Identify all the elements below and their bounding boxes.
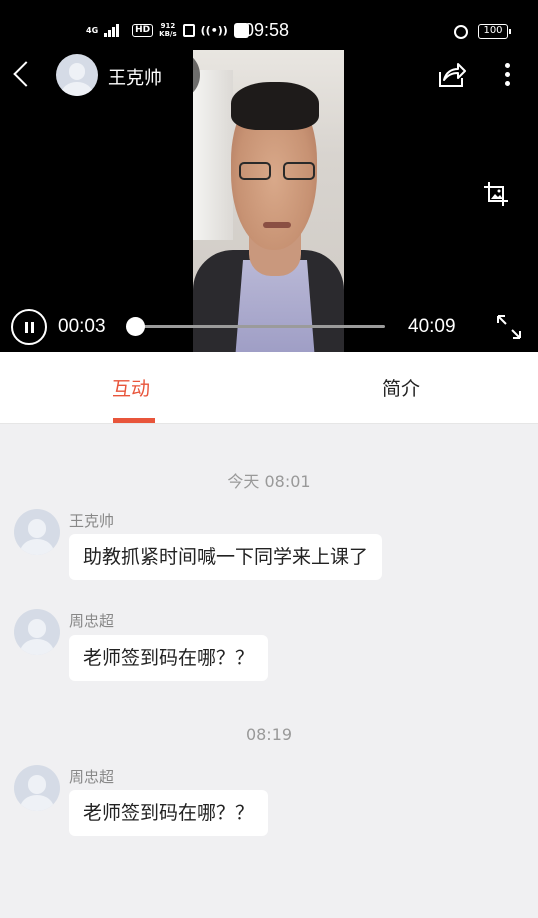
- video-frame: [193, 50, 344, 352]
- fullscreen-icon[interactable]: [495, 313, 523, 341]
- network-label: 4G: [86, 25, 99, 35]
- sender-avatar[interactable]: [14, 765, 60, 811]
- progress-thumb[interactable]: [126, 317, 145, 336]
- chat-time-separator: 08:19: [245, 725, 293, 744]
- share-icon[interactable]: [436, 60, 466, 90]
- total-time: 40:09: [408, 316, 456, 337]
- current-time: 00:03: [58, 316, 106, 337]
- network-speed-unit: KB/s: [159, 30, 177, 38]
- message-bubble[interactable]: 助教抓紧时间喊一下同学来上课了: [69, 534, 383, 580]
- clock: 09:58: [244, 20, 290, 40]
- status-bar: 4G HD 912 KB/s ((•)) 09:58 100: [0, 18, 538, 48]
- active-tab-indicator: [113, 418, 155, 423]
- message-bubble[interactable]: 老师签到码在哪？？: [69, 635, 269, 681]
- pause-button[interactable]: [11, 309, 47, 345]
- sender-avatar[interactable]: [14, 609, 60, 655]
- network-speed: 912 KB/s: [159, 22, 176, 38]
- tab-interaction[interactable]: 互动: [112, 374, 150, 401]
- sender-name: 周忠超: [69, 612, 115, 630]
- hotspot-icon: ((•)): [200, 23, 228, 37]
- signal-icon: [104, 23, 126, 37]
- tab-introduction[interactable]: 简介: [382, 374, 420, 401]
- hd-badge: HD: [132, 23, 154, 37]
- sender-avatar[interactable]: [14, 509, 60, 555]
- host-name[interactable]: 王克帅: [108, 64, 162, 90]
- sender-name: 周忠超: [69, 768, 115, 786]
- screenshot-crop-icon[interactable]: [482, 180, 510, 208]
- tab-bar: 互动 简介: [0, 352, 538, 424]
- back-icon[interactable]: [8, 58, 36, 92]
- host-avatar[interactable]: [56, 54, 98, 96]
- battery-icon: 100: [478, 24, 511, 39]
- more-icon[interactable]: [500, 60, 516, 90]
- check-icon: [182, 23, 195, 37]
- progress-bar[interactable]: [135, 325, 385, 328]
- alarm-icon: [454, 24, 468, 39]
- chat-time-separator: 今天 08:01: [227, 472, 311, 491]
- sender-name: 王克帅: [69, 512, 115, 530]
- network-speed-value: 912: [160, 22, 176, 30]
- message-bubble[interactable]: 老师签到码在哪？？: [69, 790, 269, 836]
